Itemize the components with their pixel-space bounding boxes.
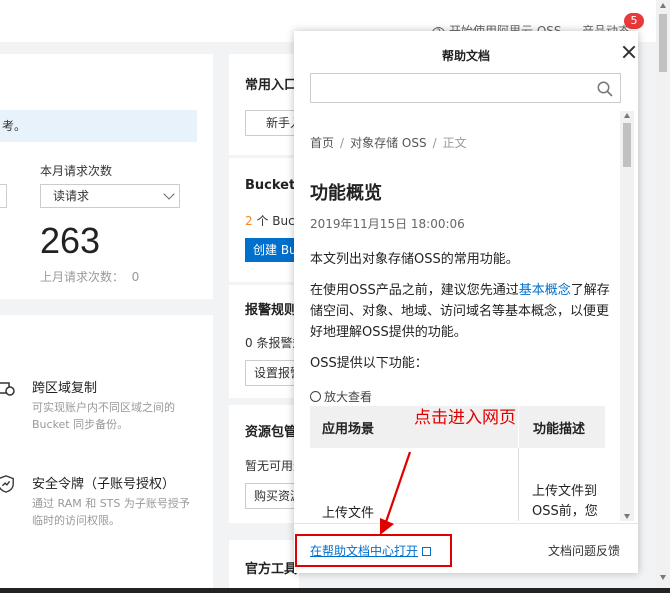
breadcrumb-home[interactable]: 首页 <box>310 136 334 150</box>
search-icon[interactable] <box>597 81 613 97</box>
common-entry-title: 常用入口 <box>245 78 298 93</box>
bucket-title: Bucket <box>245 178 296 193</box>
table-header: 功能描述 <box>519 406 605 448</box>
breadcrumb: 首页 / 对象存储 OSS / 正文 <box>310 136 467 150</box>
tools-title: 官方工具 <box>245 562 298 577</box>
scroll-thumb[interactable] <box>623 123 631 167</box>
resource-text: 暂无可用资源包 <box>245 459 299 473</box>
overview-card: 考。 本月请求次数 读请求 263 上月请求次数： 0 <box>0 54 213 299</box>
table-cell-scene: 上传文件 <box>322 506 375 521</box>
feature-desc: 可实现账户内不同区域之间的 Bucket 同步备份。 <box>32 401 175 431</box>
last-month-label: 上月请求次数： <box>40 270 125 284</box>
alarm-card: 报警规则 0 条报警规则 设置报警规则 <box>229 285 299 398</box>
doc-paragraph: OSS提供以下功能： <box>310 356 428 371</box>
request-count: 263 <box>40 220 101 261</box>
common-entry-card: 常用入口 新手入门 <box>229 54 299 155</box>
help-panel-header: 帮助文档 <box>294 31 638 77</box>
annotation-text: 点击进入网页 <box>414 408 516 428</box>
prev-select[interactable] <box>0 184 7 208</box>
security-token-icon <box>0 475 14 493</box>
requests-title: 本月请求次数 <box>40 164 113 178</box>
help-panel: 帮助文档 首页 / 对象存储 OSS / 正文 功能概览 2019年11月15日 18:… <box>294 31 638 573</box>
doc-paragraph: 本文列出对象存储OSS的常用功能。 <box>310 252 519 267</box>
bucket-card: Bucket 2 个 Bucket 创建 Bucket <box>229 158 299 282</box>
buy-resource-button[interactable]: 购买资源包 <box>245 483 299 509</box>
cross-region-replication-icon <box>0 382 15 396</box>
zoom-label: 放大查看 <box>324 390 373 404</box>
alarm-title: 报警规则 <box>245 303 298 318</box>
bucket-count: 2 个 Bucket <box>245 212 299 229</box>
request-type-value: 读请求 <box>53 189 90 203</box>
annotation-arrow-icon <box>380 451 412 535</box>
para-prefix: 在使用OSS产品之前，建议您先通过 <box>310 283 519 298</box>
doc-feedback-link[interactable]: 文档问题反馈 <box>548 542 620 559</box>
features-card: 跨区域复制 可实现账户内不同区域之间的 Bucket 同步备份。 安全令牌（子账… <box>0 315 213 593</box>
page-scroll-thumb[interactable] <box>659 14 667 72</box>
notification-badge: 5 <box>624 13 644 29</box>
doc-date: 2019年11月15日 18:00:06 <box>310 217 465 231</box>
table-divider <box>518 448 519 521</box>
request-type-select[interactable]: 读请求 <box>40 184 180 208</box>
search-input[interactable] <box>310 73 621 103</box>
doc-title: 功能概览 <box>310 183 382 204</box>
last-month-value: 0 <box>131 270 140 284</box>
doc-paragraph: 在使用OSS产品之前，建议您先通过基本概念了解存储空间、对象、地域、访问域名等基… <box>310 280 610 343</box>
feature-title: 安全令牌（子账号授权） <box>32 477 176 492</box>
breadcrumb-current: 正文 <box>442 136 467 150</box>
resource-card: 资源包管理 暂无可用资源包 购买资源包 <box>229 405 299 523</box>
newbie-button[interactable]: 新手入门 <box>245 110 299 136</box>
close-icon[interactable] <box>622 45 636 59</box>
zoom-view-link[interactable]: 放大查看 <box>310 388 372 405</box>
page-scroll-down-icon[interactable] <box>660 575 666 580</box>
bottom-edge <box>0 588 670 593</box>
tools-card: 官方工具 <box>229 540 299 593</box>
create-bucket-button[interactable]: 创建 Bucket <box>245 238 299 262</box>
last-month-requests: 上月请求次数： 0 <box>40 268 139 285</box>
breadcrumb-oss[interactable]: 对象存储 OSS <box>350 136 427 150</box>
set-alarm-button[interactable]: 设置报警规则 <box>245 360 299 386</box>
scroll-down-icon[interactable] <box>624 514 630 519</box>
bucket-count-number: 2 <box>245 214 253 228</box>
notice-banner: 考。 <box>0 110 197 142</box>
zoom-icon <box>310 391 321 402</box>
help-panel-title: 帮助文档 <box>441 49 490 63</box>
scroll-up-icon[interactable] <box>624 113 630 118</box>
alarm-text: 0 条报警规则 <box>245 336 299 350</box>
table-cell-desc: 上传文件到OSS前，您必须创建一个存储空间。 <box>532 484 598 519</box>
resource-title: 资源包管理 <box>245 425 299 440</box>
doc-scrollbar[interactable] <box>620 111 634 521</box>
doc-content: 首页 / 对象存储 OSS / 正文 功能概览 2019年11月15日 18:00:06… <box>310 115 616 521</box>
page-scrollbar[interactable] <box>656 0 670 593</box>
feature-desc: 通过 RAM 和 STS 为子账号授予临时的访问权限。 <box>32 497 190 527</box>
page-scroll-up-icon[interactable] <box>660 3 666 8</box>
basic-concepts-link[interactable]: 基本概念 <box>519 283 571 298</box>
bucket-count-suffix: 个 Bucket <box>256 214 299 228</box>
chevron-down-icon <box>163 188 175 200</box>
feature-title: 跨区域复制 <box>32 381 98 396</box>
